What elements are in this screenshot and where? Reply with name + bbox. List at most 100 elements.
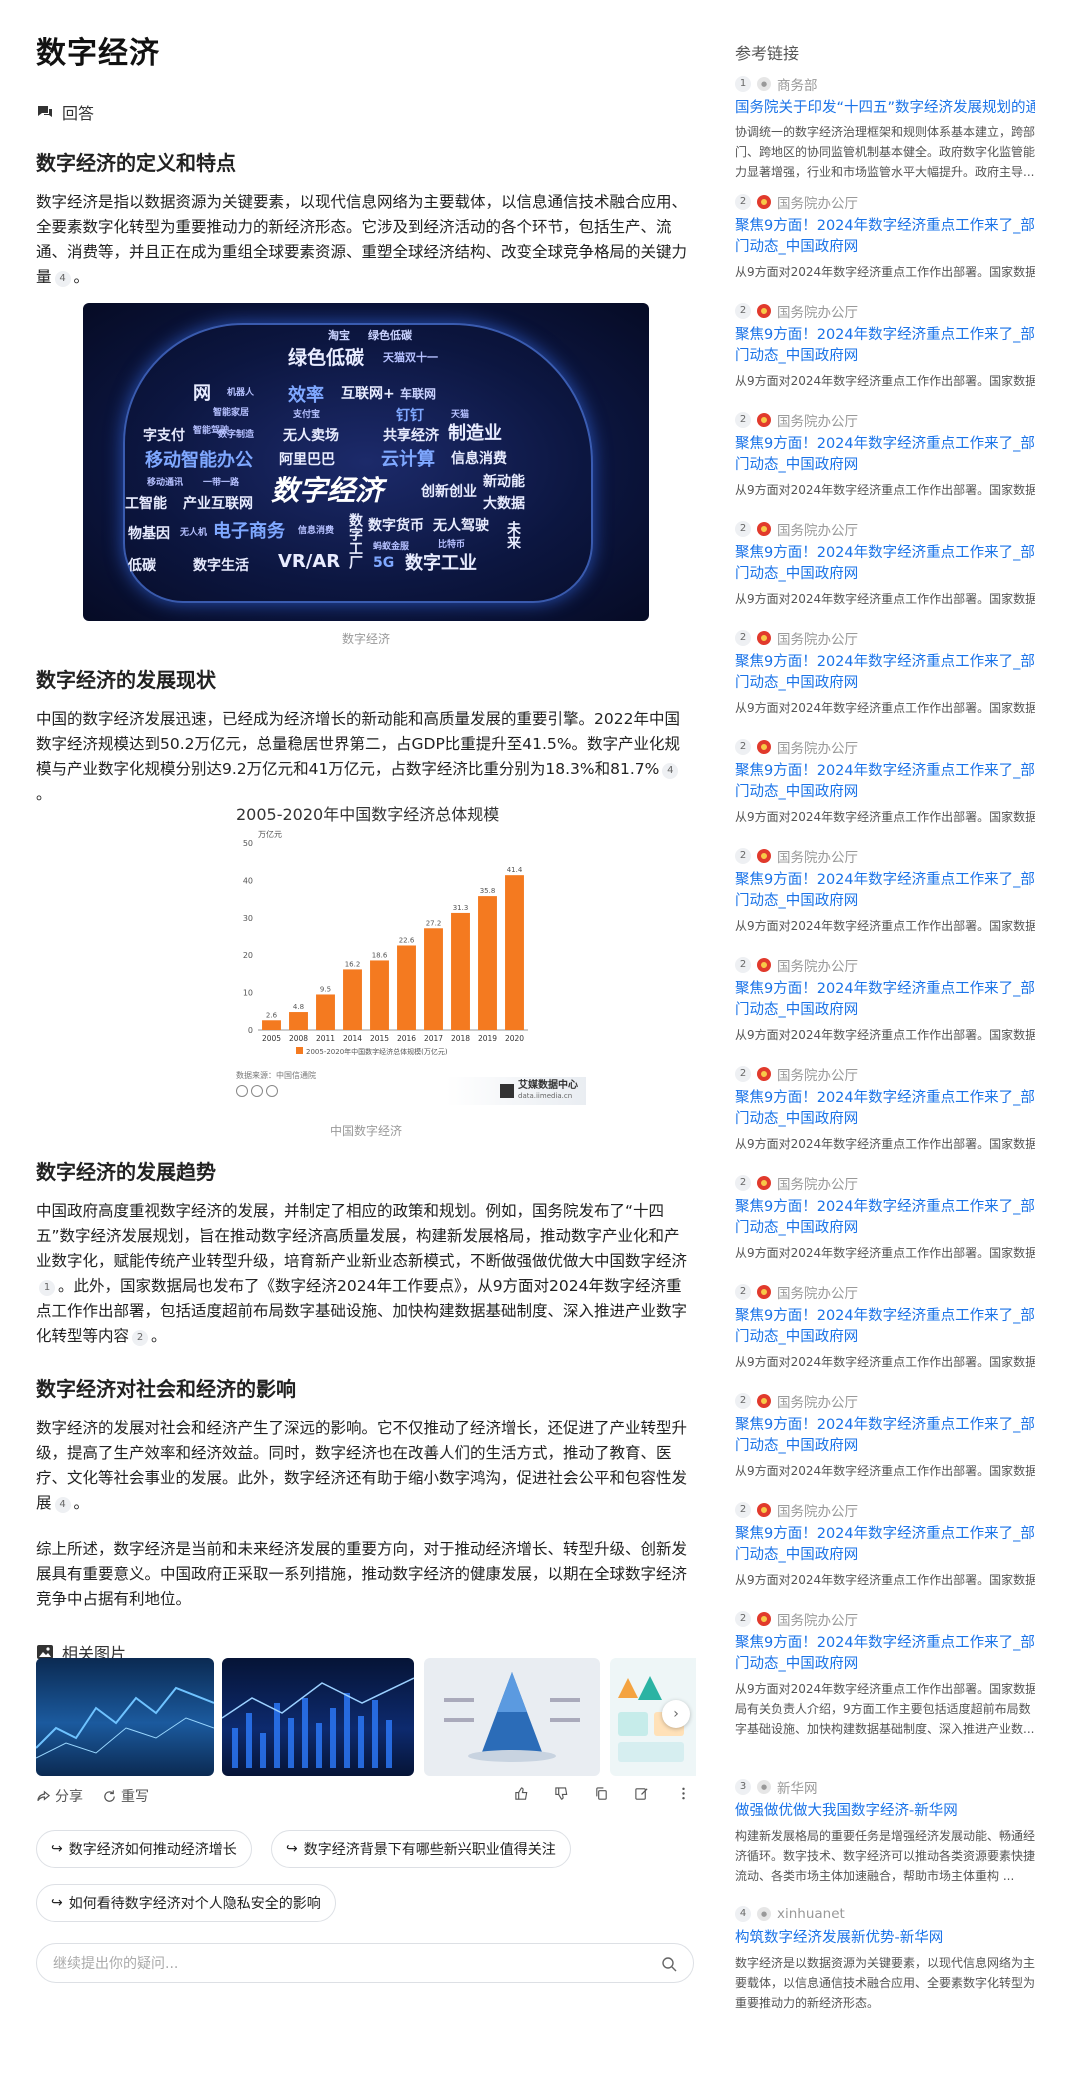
citation-badge[interactable]: 4 bbox=[662, 763, 679, 779]
reference-link[interactable]: 聚焦9方面！2024年数字经济重点工作来了_部门动态_中国政府网 bbox=[735, 761, 1035, 803]
section-text-trend: 中国政府高度重视数字经济的发展，并制定了相应的政策和规划。例如，国务院发布了“十… bbox=[36, 1202, 688, 1346]
chart-bar bbox=[370, 960, 389, 1030]
reference-link[interactable]: 国务院关于印发“十四五”数字经济发展规划的通知 bbox=[735, 98, 1035, 118]
gov-emblem-icon bbox=[757, 1394, 771, 1408]
chart-bar bbox=[289, 1012, 308, 1030]
hero-word: 支付宝 bbox=[293, 410, 321, 420]
reference-source: xinhuanet bbox=[777, 1906, 845, 1922]
hero-word: 车联网 bbox=[400, 387, 437, 401]
hero-word: 互联网+ bbox=[341, 386, 395, 402]
reference-item[interactable]: 2 国务院办公厅 聚焦9方面！2024年数字经济重点工作来了_部门动态_中国政府网从… bbox=[735, 410, 1035, 500]
reference-source: 国务院办公厅 bbox=[777, 1177, 858, 1193]
x-tick-label: 2019 bbox=[478, 1034, 497, 1043]
like-button[interactable] bbox=[514, 1786, 529, 1801]
reference-item[interactable]: 2 国务院办公厅 聚焦9方面！2024年数字经济重点工作来了_部门动态_中国政府网从… bbox=[735, 1500, 1035, 1590]
reference-item[interactable]: 1 ● 商务部 国务院关于印发“十四五”数字经济发展规划的通知 协调统一的数字经济治… bbox=[735, 74, 1035, 182]
reference-link[interactable]: 聚焦9方面！2024年数字经济重点工作来了_部门动态_中国政府网 bbox=[735, 325, 1035, 367]
reference-link[interactable]: 聚焦9方面！2024年数字经济重点工作来了_部门动态_中国政府网 bbox=[735, 216, 1035, 258]
edit-button[interactable] bbox=[634, 1786, 649, 1801]
economy-scale-chart[interactable]: 2005-2020年中国数字经济总体规模 万亿元 0 10 20 30 40 50 2.6 20… bbox=[196, 795, 586, 1105]
reference-link[interactable]: 聚焦9方面！2024年数字经济重点工作来了_部门动态_中国政府网 bbox=[735, 1415, 1035, 1457]
reference-link[interactable]: 聚焦9方面！2024年数字经济重点工作来了_部门动态_中国政府网 bbox=[735, 870, 1035, 912]
reference-link[interactable]: 聚焦9方面！2024年数字经济重点工作来了_部门动态_中国政府网 bbox=[735, 1088, 1035, 1130]
chart-title: 2005-2020年中国数字经济总体规模 bbox=[236, 805, 500, 824]
chevron-right-icon[interactable]: › bbox=[662, 1700, 690, 1728]
section-text-status: 中国的数字经济发展迅速，已经成为经济增长的新动能和高质量发展的重要引擎。2022… bbox=[36, 710, 681, 803]
reference-link[interactable]: 聚焦9方面！2024年数字经济重点工作来了_部门动态_中国政府网 bbox=[735, 1524, 1035, 1566]
refresh-icon bbox=[104, 1789, 115, 1802]
regenerate-button[interactable]: 重写 bbox=[102, 1786, 149, 1806]
hero-image[interactable]: 淘宝 绿色低碳 绿色低碳 天猫双十一 网 机器人 效率 互联网+ 车联网 智能家… bbox=[83, 303, 649, 621]
copy-button[interactable] bbox=[594, 1786, 609, 1801]
reference-source: 商务部 bbox=[777, 78, 818, 94]
reference-item[interactable]: 2 国务院办公厅 聚焦9方面！2024年数字经济重点工作来了_部门动态_中国政府网从… bbox=[735, 1173, 1035, 1263]
citation-badge[interactable]: 4 bbox=[54, 1497, 71, 1513]
follow-up-input[interactable]: 继续提出你的疑问... bbox=[36, 1943, 694, 1983]
x-tick-label: 2016 bbox=[397, 1034, 416, 1043]
reference-link[interactable]: 聚焦9方面！2024年数字经济重点工作来了_部门动态_中国政府网 bbox=[735, 1197, 1035, 1239]
reference-item[interactable]: 2 国务院办公厅 聚焦9方面！2024年数字经济重点工作来了_部门动态_中国政府网从… bbox=[735, 1609, 1035, 1739]
chart-brand-logo: 艾媒数据中心 data.iimedia.cn bbox=[446, 1077, 586, 1105]
reference-item[interactable]: 2 国务院办公厅 聚焦9方面！2024年数字经济重点工作来了_部门动态_中国政府网从… bbox=[735, 955, 1035, 1045]
gov-emblem-icon bbox=[757, 1612, 771, 1626]
suggestion-chip[interactable]: ↪ 如何看待数字经济对个人隐私安全的影响 bbox=[36, 1884, 336, 1922]
chart-bar bbox=[316, 994, 335, 1030]
y-tick-label: 20 bbox=[243, 951, 253, 960]
search-icon[interactable] bbox=[661, 1956, 677, 1972]
reference-desc: 从9方面对2024年数字经济重点工作作出部署。国家数据 bbox=[735, 374, 1035, 388]
citation-badge[interactable]: 4 bbox=[54, 271, 71, 287]
x-tick-label: 2017 bbox=[424, 1034, 443, 1043]
related-image-thumb[interactable] bbox=[424, 1658, 600, 1776]
reference-item[interactable]: 2 国务院办公厅 聚焦9方面！2024年数字经济重点工作来了_部门动态_中国政府网从… bbox=[735, 192, 1035, 282]
hero-word: 未来 bbox=[505, 521, 521, 549]
action-bar: 分享 重写 bbox=[36, 1786, 696, 1810]
reference-desc: 从9方面对2024年数字经济重点工作作出部署。国家数据 bbox=[735, 592, 1035, 606]
hero-word: 共享经济 bbox=[383, 428, 439, 444]
hero-word: VR/AR bbox=[278, 551, 341, 572]
reference-item[interactable]: 2 国务院办公厅 聚焦9方面！2024年数字经济重点工作来了_部门动态_中国政府网从… bbox=[735, 846, 1035, 936]
reference-link[interactable]: 构筑数字经济发展新优势-新华网 bbox=[735, 1928, 1035, 1949]
share-button[interactable]: 分享 bbox=[36, 1786, 83, 1806]
reference-link[interactable]: 聚焦9方面！2024年数字经济重点工作来了_部门动态_中国政府网 bbox=[735, 434, 1035, 476]
reference-item[interactable]: 2 国务院办公厅 聚焦9方面！2024年数字经济重点工作来了_部门动态_中国政府网从… bbox=[735, 301, 1035, 391]
reference-item[interactable]: 2 国务院办公厅 聚焦9方面！2024年数字经济重点工作来了_部门动态_中国政府网从… bbox=[735, 519, 1035, 609]
copy-icon bbox=[596, 1787, 607, 1800]
suggestion-chip[interactable]: ↪ 数字经济如何推动经济增长 bbox=[36, 1830, 252, 1868]
reference-source: 国务院办公厅 bbox=[777, 1613, 858, 1629]
reference-item[interactable]: 2 国务院办公厅 聚焦9方面！2024年数字经济重点工作来了_部门动态_中国政府网从… bbox=[735, 1391, 1035, 1481]
reference-link[interactable]: 做强做优做大我国数字经济-新华网 bbox=[735, 1801, 1035, 1822]
reference-source: 国务院办公厅 bbox=[777, 741, 858, 757]
dislike-button[interactable] bbox=[554, 1786, 569, 1801]
hero-word: 移动通讯 bbox=[147, 478, 184, 488]
related-image-thumb[interactable] bbox=[222, 1658, 414, 1776]
hero-word: 效率 bbox=[288, 385, 324, 406]
share-icon bbox=[37, 1790, 51, 1801]
reference-item[interactable]: 3 ● 新华网 做强做优做大我国数字经济-新华网 构建新发展格局的重要任务是增强经济… bbox=[735, 1777, 1035, 1906]
reference-link[interactable]: 聚焦9方面！2024年数字经济重点工作来了_部门动态_中国政府网 bbox=[735, 1306, 1035, 1348]
reference-item[interactable]: 2 国务院办公厅 聚焦9方面！2024年数字经济重点工作来了_部门动态_中国政府网从… bbox=[735, 628, 1035, 718]
reference-item[interactable]: 4 ● xinhuanet 构筑数字经济发展新优势-新华网 数字经济是以数据资源为关… bbox=[735, 1904, 1035, 2013]
hero-word: 新动能 bbox=[483, 474, 525, 490]
reference-link[interactable]: 聚焦9方面！2024年数字经济重点工作来了_部门动态_中国政府网 bbox=[735, 652, 1035, 694]
hero-word: 大数据 bbox=[483, 496, 525, 512]
reference-item[interactable]: 2 国务院办公厅 聚焦9方面！2024年数字经济重点工作来了_部门动态_中国政府网从… bbox=[735, 1282, 1035, 1372]
reference-item[interactable]: 2 国务院办公厅 聚焦9方面！2024年数字经济重点工作来了_部门动态_中国政府网从… bbox=[735, 1064, 1035, 1154]
reference-source: 国务院办公厅 bbox=[777, 196, 858, 212]
related-image-thumb[interactable] bbox=[36, 1658, 214, 1776]
citation-badge[interactable]: 2 bbox=[132, 1330, 149, 1346]
reference-item[interactable]: 2 国务院办公厅 聚焦9方面！2024年数字经济重点工作来了_部门动态_中国政府网从… bbox=[735, 737, 1035, 827]
hero-word: 阿里巴巴 bbox=[279, 452, 335, 468]
reference-desc: 从9方面对2024年数字经济重点工作作出部署。国家数据 bbox=[735, 265, 1035, 279]
reference-link[interactable]: 聚焦9方面！2024年数字经济重点工作来了_部门动态_中国政府网 bbox=[735, 543, 1035, 585]
suggestion-chip[interactable]: ↪ 数字经济背景下有哪些新兴职业值得关注 bbox=[271, 1830, 571, 1868]
citation-badge[interactable]: 1 bbox=[39, 1280, 55, 1296]
chart-bar bbox=[424, 928, 443, 1030]
more-button[interactable] bbox=[676, 1786, 691, 1801]
reference-desc: 从9方面对2024年数字经济重点工作作出部署。国家数据 bbox=[735, 1355, 1035, 1369]
reference-link[interactable]: 聚焦9方面！2024年数字经济重点工作来了_部门动态_中国政府网 bbox=[735, 1633, 1035, 1675]
hero-word: 比特币 bbox=[438, 540, 466, 550]
reference-link[interactable]: 聚焦9方面！2024年数字经济重点工作来了_部门动态_中国政府网 bbox=[735, 979, 1035, 1021]
bar-value-label: 4.8 bbox=[293, 1003, 304, 1011]
reference-desc: 从9方面对2024年数字经济重点工作作出部署。国家数据 bbox=[735, 1682, 1035, 1696]
hero-word: 数字货币 bbox=[368, 518, 424, 534]
